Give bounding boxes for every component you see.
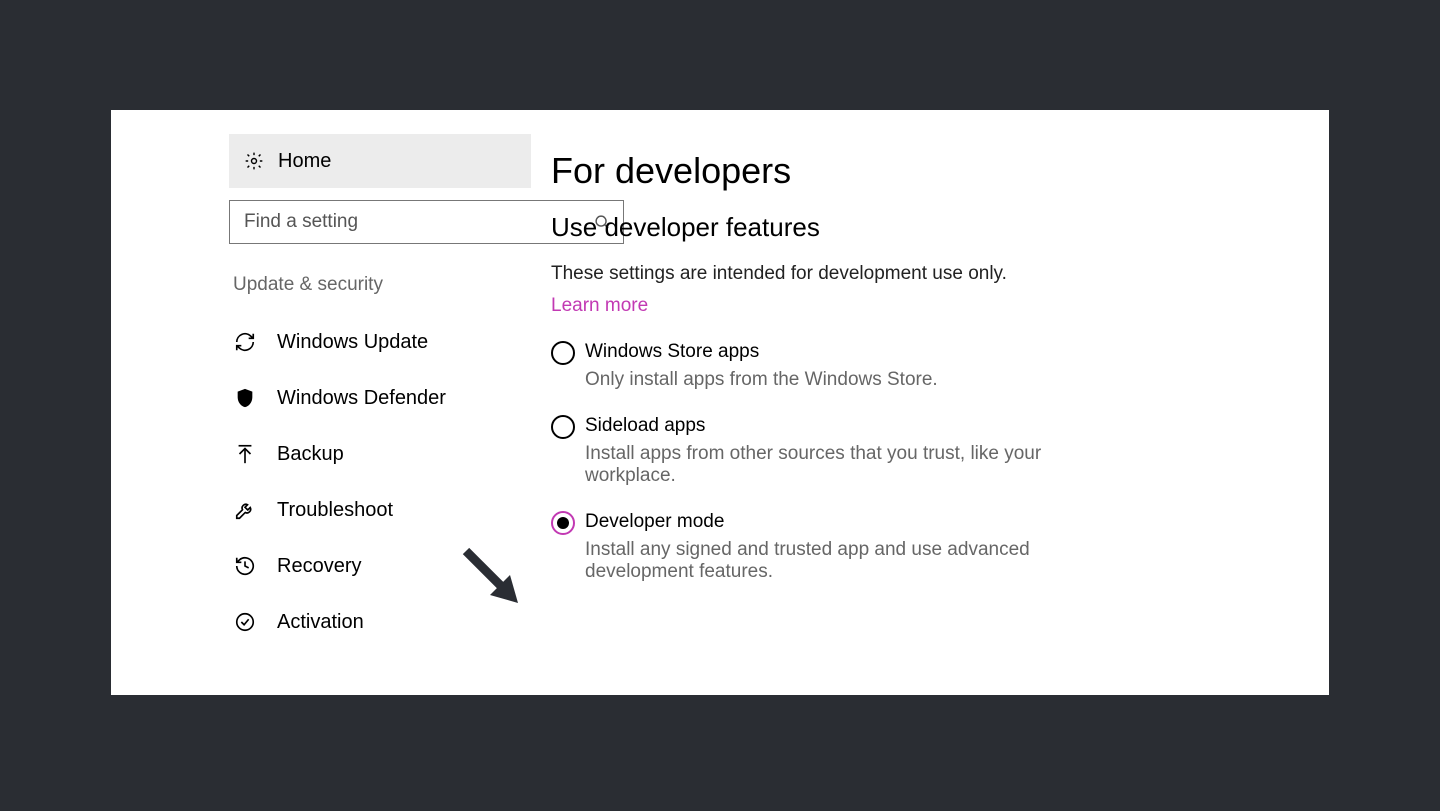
sidebar: Home Update & security Windows Update — [111, 126, 531, 695]
radio-title: Developer mode — [585, 511, 1085, 533]
radio-title: Sideload apps — [585, 415, 1085, 437]
radio-icon — [551, 511, 575, 535]
radio-desc: Only install apps from the Windows Store… — [585, 369, 938, 391]
nav-label: Troubleshoot — [277, 499, 393, 522]
nav-label: Windows Defender — [277, 387, 446, 410]
description: These settings are intended for developm… — [551, 263, 1269, 285]
learn-more-link[interactable]: Learn more — [551, 295, 648, 317]
sidebar-item-recovery[interactable]: Recovery — [229, 538, 531, 594]
home-button[interactable]: Home — [229, 134, 531, 188]
check-circle-icon — [233, 610, 257, 634]
nav-label: Activation — [277, 611, 364, 634]
gear-icon — [244, 151, 264, 171]
sidebar-item-windows-update[interactable]: Windows Update — [229, 314, 531, 370]
radio-title: Windows Store apps — [585, 341, 938, 363]
main-panel: For developers Use developer features Th… — [531, 126, 1329, 695]
wrench-icon — [233, 498, 257, 522]
radio-icon — [551, 341, 575, 365]
sync-icon — [233, 330, 257, 354]
radio-windows-store-apps[interactable]: Windows Store apps Only install apps fro… — [551, 341, 1269, 391]
sidebar-item-windows-defender[interactable]: Windows Defender — [229, 370, 531, 426]
sidebar-item-troubleshoot[interactable]: Troubleshoot — [229, 482, 531, 538]
settings-window: Home Update & security Windows Update — [111, 110, 1329, 695]
radio-desc: Install any signed and trusted app and u… — [585, 539, 1085, 583]
nav-label: Recovery — [277, 555, 361, 578]
nav-label: Windows Update — [277, 331, 428, 354]
page-title: For developers — [551, 150, 1269, 192]
section-title: Use developer features — [551, 212, 1269, 243]
shield-icon — [233, 386, 257, 410]
radio-icon — [551, 415, 575, 439]
radio-sideload-apps[interactable]: Sideload apps Install apps from other so… — [551, 415, 1269, 487]
home-label: Home — [278, 150, 331, 173]
content: Home Update & security Windows Update — [111, 126, 1329, 695]
sidebar-item-backup[interactable]: Backup — [229, 426, 531, 482]
nav-label: Backup — [277, 443, 344, 466]
radio-developer-mode[interactable]: Developer mode Install any signed and tr… — [551, 511, 1269, 583]
sidebar-item-activation[interactable]: Activation — [229, 594, 531, 650]
history-icon — [233, 554, 257, 578]
sidebar-category: Update & security — [233, 274, 531, 296]
backup-icon — [233, 442, 257, 466]
radio-desc: Install apps from other sources that you… — [585, 443, 1085, 487]
